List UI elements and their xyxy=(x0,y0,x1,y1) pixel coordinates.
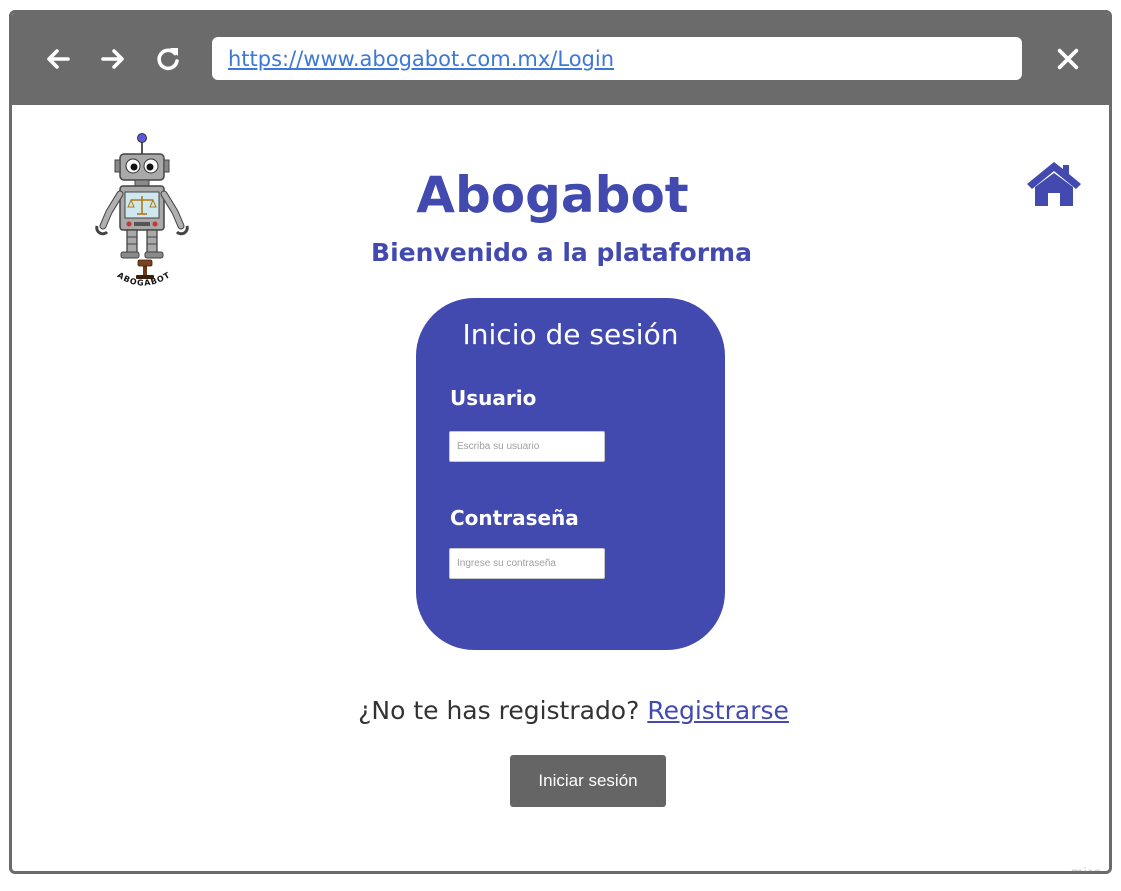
address-bar[interactable]: https://www.abogabot.com.mx/Login xyxy=(212,37,1022,80)
arrow-left-icon xyxy=(47,49,70,69)
password-input[interactable] xyxy=(449,548,605,579)
back-button[interactable] xyxy=(42,43,74,75)
forward-button[interactable] xyxy=(97,43,129,75)
password-label: Contraseña xyxy=(450,506,579,530)
browser-window: https://www.abogabot.com.mx/Login ABOGAB… xyxy=(9,10,1112,874)
register-prompt: ¿No te has registrado? Registrarse xyxy=(12,696,1109,725)
url-text[interactable]: https://www.abogabot.com.mx/Login xyxy=(228,47,614,71)
register-link[interactable]: Registrarse xyxy=(647,696,789,725)
welcome-subtitle: Bienvenido a la plataforma xyxy=(371,238,752,267)
arrow-right-icon xyxy=(101,49,124,69)
login-card: Inicio de sesión Usuario Contraseña xyxy=(416,298,725,650)
login-button[interactable]: Iniciar sesión xyxy=(510,755,666,807)
login-card-title: Inicio de sesión xyxy=(462,318,679,351)
reload-button[interactable] xyxy=(152,43,184,75)
close-button[interactable] xyxy=(1052,43,1084,75)
browser-toolbar: https://www.abogabot.com.mx/Login xyxy=(12,13,1109,105)
username-input[interactable] xyxy=(449,431,605,462)
page-title: Abogabot xyxy=(416,166,689,224)
reload-icon xyxy=(157,48,179,71)
username-label: Usuario xyxy=(450,386,537,410)
close-icon xyxy=(1057,48,1079,70)
register-prompt-text: ¿No te has registrado? xyxy=(358,696,640,725)
miro-watermark: miro xyxy=(1071,864,1103,874)
